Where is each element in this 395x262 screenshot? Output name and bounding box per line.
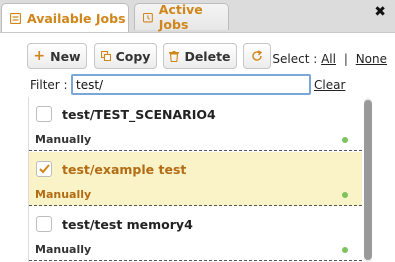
filter-input[interactable] xyxy=(71,74,311,95)
scrollbar[interactable] xyxy=(362,98,374,262)
clock-icon xyxy=(143,12,153,22)
refresh-icon xyxy=(252,50,263,61)
trash-icon xyxy=(169,50,180,62)
tab-available-jobs[interactable]: Available Jobs xyxy=(1,3,129,32)
job-checkbox[interactable] xyxy=(36,106,52,122)
copy-button[interactable]: Copy xyxy=(94,43,157,69)
tab-bar: Available Jobs Active Jobs ✖ xyxy=(0,0,395,33)
filter-row: Filter : Clear xyxy=(0,72,395,98)
tab-active-jobs[interactable]: Active Jobs xyxy=(134,2,229,32)
status-dot-icon xyxy=(342,137,348,143)
checkmark-icon xyxy=(38,164,50,174)
select-all-link[interactable]: All xyxy=(321,52,336,66)
clear-link[interactable]: Clear xyxy=(314,78,345,92)
copy-icon xyxy=(100,51,111,61)
select-controls: Select : All | None xyxy=(272,52,387,66)
job-mode: Manually xyxy=(35,188,92,201)
new-button-label: New xyxy=(50,48,81,64)
delete-button-label: Delete xyxy=(184,48,231,64)
tab-label: Active Jobs xyxy=(158,2,203,32)
copy-button-label: Copy xyxy=(115,48,151,64)
job-item[interactable]: test/example test Manually xyxy=(29,152,362,206)
plus-icon: + xyxy=(33,48,46,64)
select-none-link[interactable]: None xyxy=(356,52,387,66)
job-mode: Manually xyxy=(35,133,92,146)
scroll-thumb[interactable] xyxy=(364,100,372,260)
job-name: test/TEST_SCENARIO4 xyxy=(62,107,216,122)
job-item[interactable]: test/test memory4 Manually xyxy=(29,207,362,261)
delete-button[interactable]: Delete xyxy=(163,43,237,69)
job-name: test/example test xyxy=(62,162,187,177)
select-label: Select : xyxy=(272,52,318,66)
refresh-button[interactable] xyxy=(243,43,271,69)
list-icon xyxy=(10,12,21,24)
status-dot-icon xyxy=(342,247,348,253)
filter-label: Filter : xyxy=(30,78,68,92)
new-button[interactable]: + New xyxy=(27,43,87,69)
close-icon[interactable]: ✖ xyxy=(374,4,386,20)
tab-label: Available Jobs xyxy=(27,10,126,26)
select-separator: | xyxy=(343,52,348,66)
job-list: test/TEST_SCENARIO4 Manually test/exampl… xyxy=(28,97,362,262)
job-item[interactable]: test/TEST_SCENARIO4 Manually xyxy=(29,97,362,151)
job-checkbox[interactable] xyxy=(36,216,52,232)
job-mode: Manually xyxy=(35,243,92,256)
status-dot-icon xyxy=(342,192,348,198)
job-name: test/test memory4 xyxy=(62,217,193,232)
job-checkbox[interactable] xyxy=(36,161,52,177)
